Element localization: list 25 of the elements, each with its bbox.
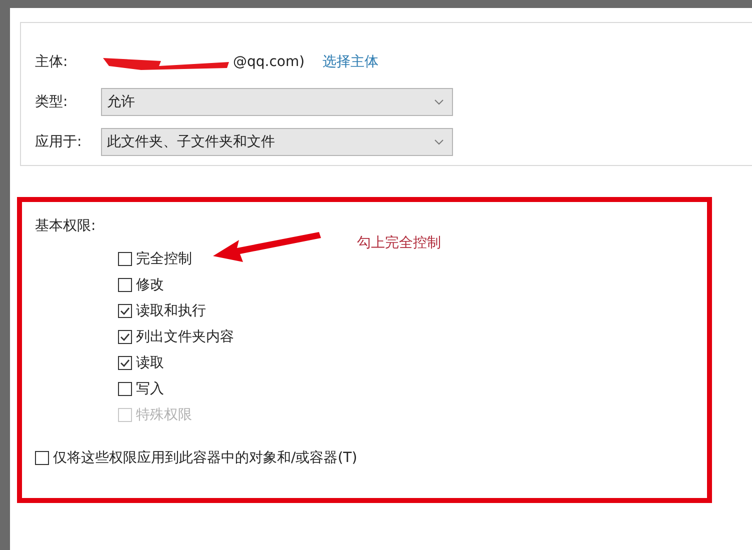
checkbox-label[interactable]: 修改 <box>136 274 164 296</box>
field-label: 类型: <box>35 92 69 112</box>
chevron-icon <box>434 99 444 105</box>
checkbox-label[interactable]: 完全控制 <box>136 248 192 270</box>
type-dropdown[interactable]: 允许 <box>101 88 453 116</box>
principal-name: @qq.com) <box>233 52 305 72</box>
checkbox-label[interactable]: 列出文件夹内容 <box>136 326 234 348</box>
field-label: 应用于: <box>35 132 83 152</box>
checkbox[interactable] <box>118 330 132 344</box>
checkbox-label[interactable]: 写入 <box>136 378 164 400</box>
section-title: 基本权限: <box>35 217 97 236</box>
checkbox[interactable] <box>118 304 132 318</box>
select-principal-link[interactable]: 选择主体 <box>322 52 379 72</box>
checkbox-label[interactable]: 读取和执行 <box>136 300 206 322</box>
checkbox[interactable] <box>118 278 132 292</box>
annotation-text: 勾上完全控制 <box>357 234 441 253</box>
checkbox[interactable] <box>35 451 49 465</box>
applies-to-dropdown[interactable]: 此文件夹、子文件夹和文件 <box>101 128 453 156</box>
checkbox[interactable] <box>118 252 132 266</box>
checkbox[interactable] <box>118 382 132 396</box>
checkbox[interactable] <box>118 356 132 370</box>
checkbox-label[interactable]: 仅将这些权限应用到此容器中的对象和/或容器(T) <box>53 448 358 468</box>
field-label: 主体: <box>35 52 69 72</box>
chevron-icon <box>434 139 444 145</box>
checkbox-label[interactable]: 读取 <box>136 352 164 374</box>
